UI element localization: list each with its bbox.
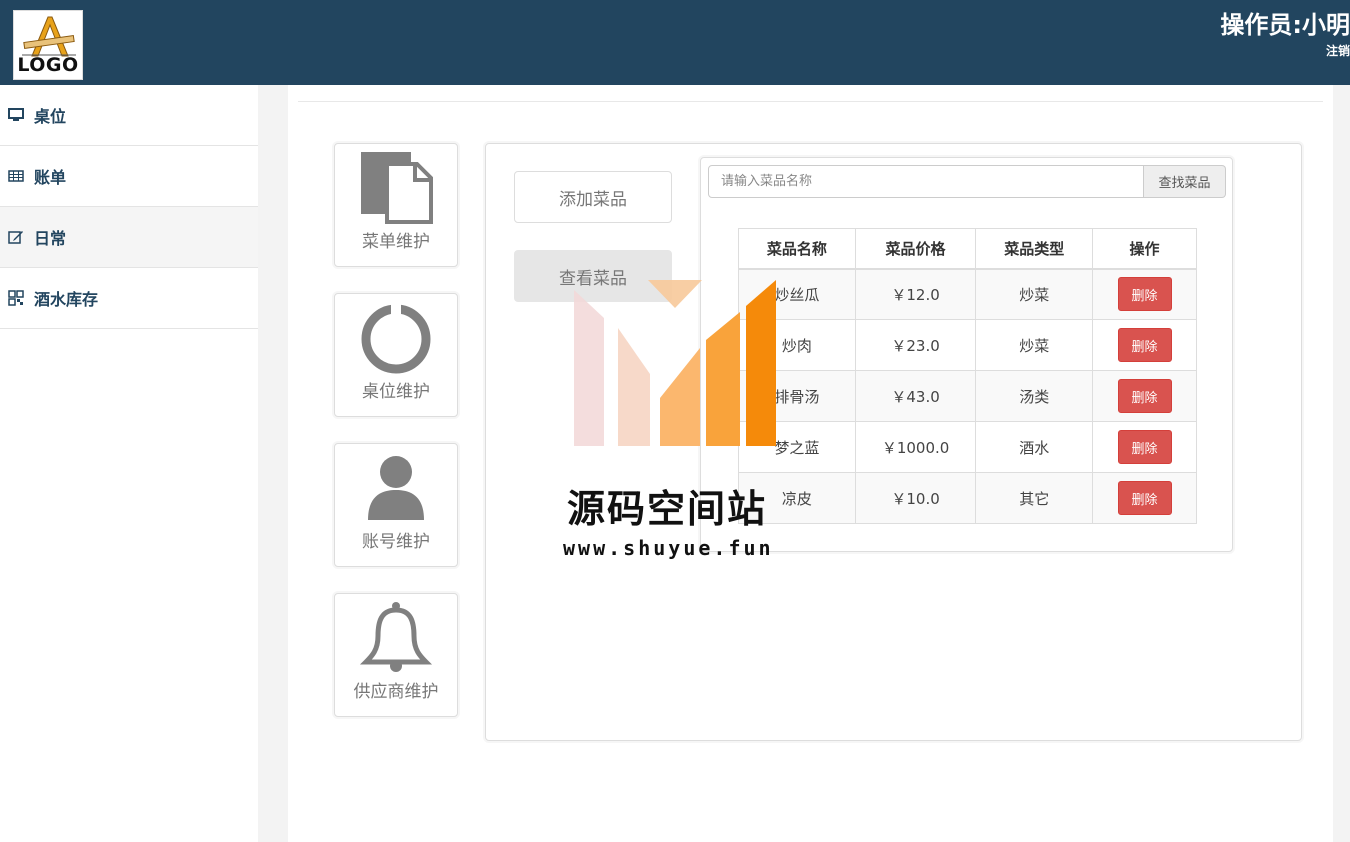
sidebar-item-table[interactable]: 桌位 (0, 85, 258, 146)
delete-button[interactable]: 删除 (1117, 328, 1172, 362)
ring-icon (361, 302, 431, 374)
monitor-icon (8, 107, 24, 123)
dish-type: 炒菜 (975, 268, 1094, 320)
main-area: 菜单维护 桌位维护 账号维护 供应商维护 添加菜品 查看菜品 查找菜品 (288, 85, 1333, 842)
column-header: 操作 (1092, 228, 1197, 270)
operator-name: 操作员:小明 (1220, 11, 1350, 39)
user-icon (368, 456, 424, 520)
search-input[interactable] (708, 165, 1144, 198)
dish-price: ￥10.0 (854, 472, 977, 524)
table-icon (8, 168, 24, 184)
dish-price: ￥43.0 (854, 370, 977, 422)
sidebar-item-label: 账单 (34, 168, 67, 187)
dish-table: 菜品名称 菜品价格 菜品类型 操作 炒丝瓜 ￥12.0 炒菜 删除 炒肉 ￥23… (738, 228, 1197, 524)
dish-name: 炒丝瓜 (738, 268, 856, 320)
sidebar-item-drinks-stock[interactable]: 酒水库存 (0, 268, 258, 329)
action-cell: 删除 (1092, 472, 1197, 524)
dish-list-panel: 查找菜品 菜品名称 菜品价格 菜品类型 操作 炒丝瓜 ￥12.0 炒菜 (700, 157, 1233, 552)
top-header: LOGO 操作员:小明 注销 (0, 0, 1350, 85)
edit-icon (8, 229, 24, 245)
table-row: 排骨汤 ￥43.0 汤类 删除 (738, 370, 1197, 422)
column-header: 菜品价格 (854, 228, 977, 270)
tile-account-maintenance[interactable]: 账号维护 (334, 443, 458, 567)
delete-button[interactable]: 删除 (1117, 277, 1172, 312)
delete-button[interactable]: 删除 (1117, 379, 1172, 413)
dish-name: 梦之蓝 (738, 421, 856, 473)
add-dish-button[interactable]: 添加菜品 (514, 171, 672, 223)
action-cell: 删除 (1092, 421, 1197, 473)
dish-type: 酒水 (975, 421, 1094, 473)
dish-type: 汤类 (975, 370, 1094, 422)
table-row: 炒丝瓜 ￥12.0 炒菜 删除 (738, 268, 1197, 320)
table-row: 凉皮 ￥10.0 其它 删除 (738, 472, 1197, 524)
search-bar: 查找菜品 (708, 165, 1226, 198)
table-row: 梦之蓝 ￥1000.0 酒水 删除 (738, 421, 1197, 473)
document-icon (361, 152, 433, 224)
delete-button[interactable]: 删除 (1117, 430, 1172, 464)
delete-button[interactable]: 删除 (1117, 481, 1172, 515)
sidebar-item-label: 日常 (34, 229, 67, 248)
divider (298, 101, 1323, 102)
search-button[interactable]: 查找菜品 (1144, 165, 1226, 198)
dish-price: ￥12.0 (854, 268, 977, 320)
logo-text: LOGO (17, 54, 79, 76)
dish-name: 排骨汤 (738, 370, 856, 422)
tile-supplier-maintenance[interactable]: 供应商维护 (334, 593, 458, 717)
action-cell: 删除 (1092, 268, 1197, 320)
column-header: 菜品类型 (975, 228, 1094, 270)
tile-table-maintenance[interactable]: 桌位维护 (334, 293, 458, 417)
logo[interactable]: LOGO (13, 10, 83, 80)
sidebar-item-label: 桌位 (34, 107, 67, 126)
dish-type: 其它 (975, 472, 1094, 524)
dish-name: 炒肉 (738, 319, 856, 371)
action-cell: 删除 (1092, 370, 1197, 422)
tile-label: 菜单维护 (362, 232, 430, 252)
table-row: 炒肉 ￥23.0 炒菜 删除 (738, 319, 1197, 371)
column-header: 菜品名称 (738, 228, 856, 270)
sidebar-item-daily[interactable]: 日常 (0, 207, 258, 268)
tile-label: 供应商维护 (353, 682, 439, 702)
action-cell: 删除 (1092, 319, 1197, 371)
qrcode-icon (8, 290, 24, 306)
logout-link[interactable]: 注销 (1326, 42, 1350, 59)
table-header-row: 菜品名称 菜品价格 菜品类型 操作 (738, 228, 1197, 270)
watermark-title: 源码空间站 (567, 487, 768, 531)
dish-type: 炒菜 (975, 319, 1094, 371)
watermark-url: www.shuyue.fun (563, 536, 774, 560)
dish-price: ￥1000.0 (854, 421, 977, 473)
dish-price: ￥23.0 (854, 319, 977, 371)
sidebar: 桌位 账单 日常 酒水库存 (0, 85, 258, 842)
sidebar-item-label: 酒水库存 (34, 290, 99, 309)
view-dish-button[interactable]: 查看菜品 (514, 250, 672, 302)
tile-label: 桌位维护 (362, 382, 430, 402)
sidebar-item-bill[interactable]: 账单 (0, 146, 258, 207)
bell-icon (359, 602, 433, 672)
content-panel: 添加菜品 查看菜品 查找菜品 菜品名称 菜品价格 菜品类型 操作 (485, 143, 1302, 741)
tile-menu-maintenance[interactable]: 菜单维护 (334, 143, 458, 267)
tile-label: 账号维护 (362, 532, 430, 552)
